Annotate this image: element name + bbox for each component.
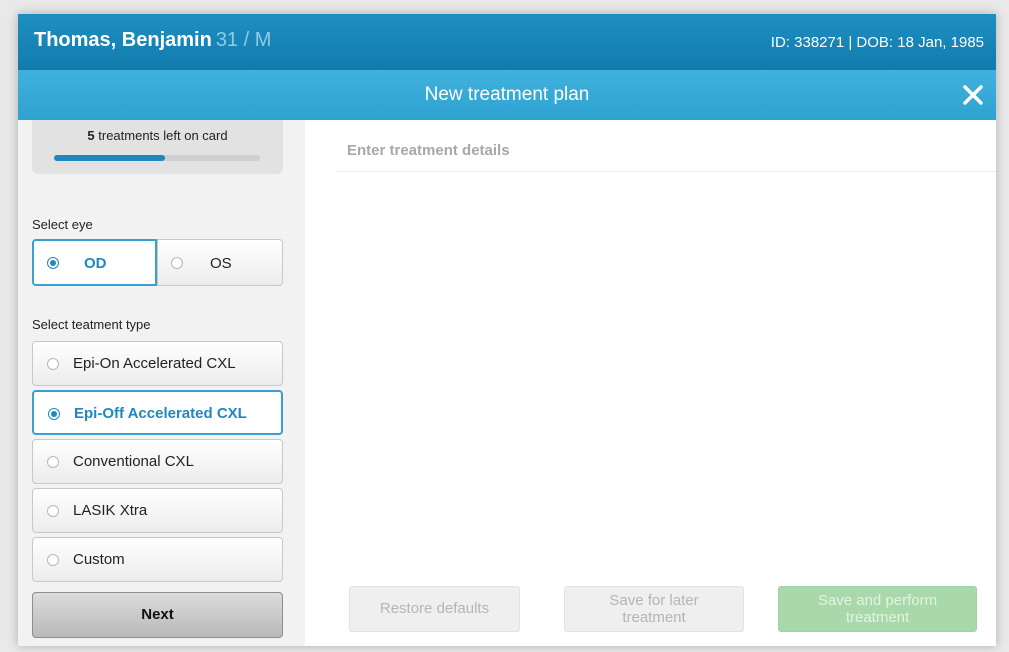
- next-button[interactable]: Next: [32, 592, 283, 638]
- treatment-option-epi-on[interactable]: Epi-On Accelerated CXL: [32, 341, 283, 386]
- card-status: 5 treatments left on card: [32, 120, 283, 174]
- dialog-title: New treatment plan: [424, 84, 590, 105]
- treatment-option-lasik-xtra[interactable]: LASIK Xtra: [32, 488, 283, 533]
- eye-option-od[interactable]: OD: [32, 239, 157, 286]
- treatment-option-label: LASIK Xtra: [73, 502, 148, 519]
- patient-age-sex: 31 / M: [215, 29, 272, 51]
- close-icon[interactable]: [960, 82, 986, 108]
- save-for-later-line2: treatment: [622, 609, 686, 626]
- section-title: Enter treatment details: [347, 142, 510, 159]
- save-for-later-line1: Save for later: [609, 592, 699, 609]
- sidebar: 5 treatments left on card Select eye OD …: [18, 120, 305, 646]
- epi-off-radio-icon[interactable]: [48, 408, 60, 420]
- save-and-perform-line2: treatment: [845, 609, 910, 626]
- treatment-details-panel: Enter treatment details Restore defaults…: [305, 120, 996, 646]
- eye-option-od-label: OD: [84, 255, 107, 272]
- od-radio-icon[interactable]: [47, 257, 59, 269]
- select-treatment-type-label: Select teatment type: [32, 317, 151, 332]
- card-progress-fill: [54, 155, 166, 161]
- app-window: Thomas, Benjamin 31 / M ID: 338271 | DOB:…: [18, 14, 996, 646]
- treatment-option-custom[interactable]: Custom: [32, 537, 283, 582]
- treatment-option-label: Epi-On Accelerated CXL: [73, 355, 236, 372]
- save-for-later-button[interactable]: Save for later treatment: [564, 586, 744, 632]
- os-radio-icon[interactable]: [171, 257, 183, 269]
- eye-option-os[interactable]: OS: [157, 239, 283, 286]
- conventional-radio-icon[interactable]: [47, 456, 59, 468]
- card-status-label: treatments left on card: [94, 128, 228, 143]
- save-and-perform-line1: Save and perform: [817, 592, 938, 609]
- patient-header: Thomas, Benjamin 31 / M ID: 338271 | DOB:…: [18, 14, 996, 70]
- lasik-xtra-radio-icon[interactable]: [47, 505, 59, 517]
- treatment-option-label: Epi-Off Accelerated CXL: [74, 405, 247, 422]
- treatment-option-conventional[interactable]: Conventional CXL: [32, 439, 283, 484]
- epi-on-radio-icon[interactable]: [47, 358, 59, 370]
- custom-radio-icon[interactable]: [47, 554, 59, 566]
- card-count: 5: [87, 128, 95, 143]
- restore-defaults-button[interactable]: Restore defaults: [349, 586, 520, 632]
- patient-name: Thomas, Benjamin 31 / M: [34, 29, 271, 52]
- treatment-option-label: Custom: [73, 551, 125, 568]
- card-status-text: 5 treatments left on card: [32, 128, 283, 143]
- select-eye-label: Select eye: [32, 217, 93, 232]
- card-progress-bar: [54, 155, 260, 161]
- patient-id-dob: ID: 338271 | DOB: 18 Jan, 1985: [770, 34, 984, 51]
- save-and-perform-button[interactable]: Save and perform treatment: [778, 586, 977, 632]
- section-divider: [335, 171, 996, 172]
- dialog-titlebar: New treatment plan: [18, 70, 996, 120]
- treatment-option-epi-off[interactable]: Epi-Off Accelerated CXL: [32, 390, 283, 435]
- treatment-option-label: Conventional CXL: [73, 453, 194, 470]
- patient-name-text: Thomas, Benjamin: [34, 29, 212, 51]
- eye-option-os-label: OS: [210, 255, 232, 272]
